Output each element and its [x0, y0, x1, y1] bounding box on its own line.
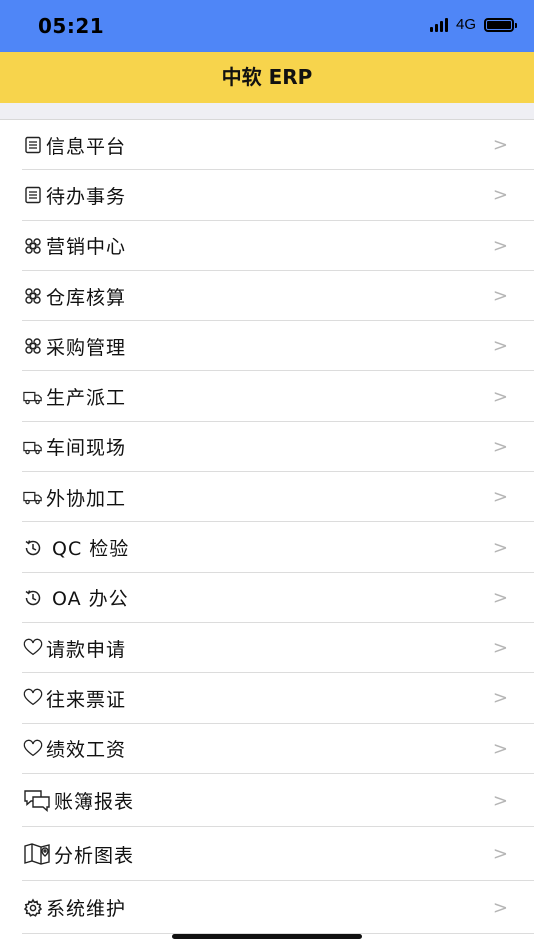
battery-icon	[484, 17, 517, 32]
chevron-right-icon: >	[492, 843, 508, 865]
chevron-right-icon: >	[492, 184, 508, 206]
document-icon	[22, 184, 44, 206]
chevron-right-icon: >	[492, 134, 508, 156]
chevron-right-icon: >	[492, 897, 508, 919]
gear-icon	[22, 897, 44, 919]
menu-item-label: 账簿报表	[54, 791, 135, 814]
heart-icon	[22, 738, 44, 760]
chevron-right-icon: >	[492, 285, 508, 307]
heart-icon	[22, 687, 44, 709]
menu-item-label: 绩效工资	[46, 739, 127, 762]
menu-item[interactable]: 生产派工 >	[0, 371, 534, 423]
menu-item[interactable]: 采购管理 >	[0, 321, 534, 372]
menu-item-label: 车间现场	[46, 437, 127, 460]
history-icon	[22, 587, 44, 609]
command-icon	[22, 335, 44, 357]
menu-item[interactable]: 营销中心 >	[0, 221, 534, 272]
chevron-right-icon: >	[492, 537, 508, 559]
command-icon	[22, 235, 44, 257]
menu-item[interactable]: QC 检验 >	[0, 522, 534, 573]
truck-icon	[22, 486, 44, 508]
menu-item[interactable]: OA 办公 >	[0, 573, 534, 624]
menu-item[interactable]: 绩效工资 >	[0, 724, 534, 775]
menu-item-label: 仓库核算	[46, 286, 127, 309]
command-icon	[22, 285, 44, 307]
history-icon	[22, 537, 44, 559]
menu-item[interactable]: 信息平台 >	[0, 120, 534, 171]
menu-item[interactable]: 车间现场 >	[0, 422, 534, 473]
menu-item[interactable]: 分析图表 >	[0, 827, 534, 881]
chevron-right-icon: >	[492, 687, 508, 709]
menu-item[interactable]: 待办事务 >	[0, 170, 534, 221]
chevron-right-icon: >	[492, 436, 508, 458]
home-indicator[interactable]	[172, 934, 362, 939]
menu-item[interactable]: 往来票证 >	[0, 673, 534, 724]
menu-item[interactable]: 请款申请 >	[0, 623, 534, 674]
signal-icon	[429, 17, 448, 32]
chat-bubbles-icon	[22, 789, 52, 812]
menu-item-label: OA 办公	[52, 588, 129, 611]
status-bar: 05:21 4G	[0, 0, 534, 52]
menu-item-label: 生产派工	[46, 387, 127, 410]
menu-item-label: 待办事务	[46, 185, 127, 208]
heart-icon	[22, 637, 44, 659]
menu-item[interactable]: 账簿报表 >	[0, 774, 534, 828]
menu-item-label: 外协加工	[46, 487, 127, 510]
menu-item-label: 营销中心	[46, 236, 127, 259]
menu-item[interactable]: 外协加工 >	[0, 472, 534, 523]
menu-item-label: 系统维护	[46, 898, 127, 921]
document-icon	[22, 134, 44, 156]
network-type: 4G	[455, 16, 476, 33]
chevron-right-icon: >	[492, 335, 508, 357]
truck-icon	[22, 386, 44, 408]
nav-bar: 中软 ERP	[0, 52, 534, 103]
menu-list: 信息平台 > 待办事务 > 营销中心 > 仓库核算 > 采购管理 > 生产派工	[0, 120, 534, 934]
menu-item[interactable]: 系统维护 >	[0, 881, 534, 935]
status-indicators: 4G	[429, 16, 517, 33]
menu-item-label: 采购管理	[46, 336, 127, 359]
chevron-right-icon: >	[492, 637, 508, 659]
page-title: 中软 ERP	[221, 65, 313, 89]
chevron-right-icon: >	[492, 587, 508, 609]
section-gap	[0, 103, 534, 120]
menu-item-label: 信息平台	[46, 135, 127, 158]
truck-icon	[22, 436, 44, 458]
chevron-right-icon: >	[492, 486, 508, 508]
chevron-right-icon: >	[492, 738, 508, 760]
chevron-right-icon: >	[492, 235, 508, 257]
menu-item[interactable]: 仓库核算 >	[0, 271, 534, 322]
menu-item-label: 往来票证	[46, 688, 127, 711]
menu-item-label: 请款申请	[46, 638, 127, 661]
menu-item-label: QC 检验	[52, 538, 130, 561]
chevron-right-icon: >	[492, 386, 508, 408]
menu-item-label: 分析图表	[54, 844, 135, 867]
map-icon	[22, 843, 52, 865]
status-time: 05:21	[38, 14, 105, 38]
chevron-right-icon: >	[492, 790, 508, 812]
